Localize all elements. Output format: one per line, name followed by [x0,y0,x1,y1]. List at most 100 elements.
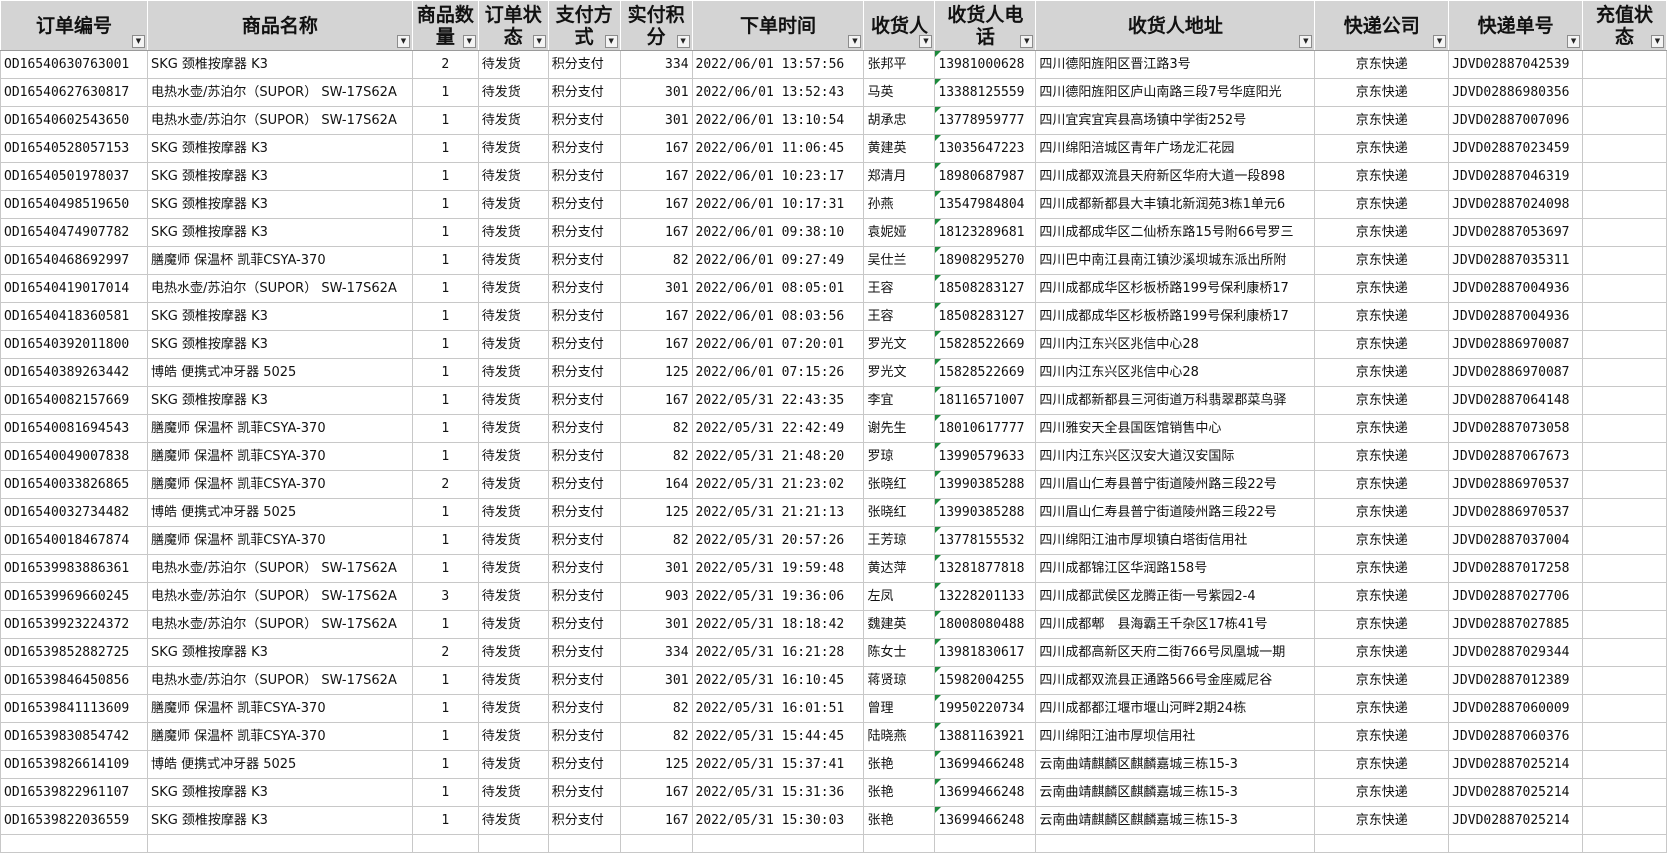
cell-courier[interactable]: 京东快递 [1314,470,1450,499]
cell-product[interactable]: SKG 颈椎按摩器 K3 [146,638,413,667]
cell-address[interactable]: 四川雅安天全县国医馆销售中心 [1035,414,1316,443]
cell-time[interactable]: 2022/05/31 22:42:49 [691,414,865,443]
cell-address[interactable]: 四川绵阳江油市厚坝信用社 [1035,722,1316,751]
cell-tracking[interactable]: JDVD02887012389 [1448,666,1584,695]
empty-cell[interactable] [691,834,865,853]
cell-points[interactable]: 167 [619,190,693,219]
cell-phone[interactable]: 15982004255 [934,666,1037,695]
cell-recharge[interactable] [1582,806,1667,835]
cell-tracking[interactable]: JDVD02887064148 [1448,386,1584,415]
cell-receiver[interactable]: 罗光文 [863,330,936,359]
cell-payment[interactable]: 积分支付 [547,162,621,191]
cell-time[interactable]: 2022/05/31 21:21:13 [691,498,865,527]
cell-phone[interactable]: 13228201133 [934,582,1037,611]
cell-tracking[interactable]: JDVD02887037004 [1448,526,1584,555]
cell-order_id[interactable]: OD16540081694543 [0,414,148,443]
cell-status[interactable]: 待发货 [477,526,549,555]
cell-qty[interactable]: 1 [411,274,479,303]
cell-courier[interactable]: 京东快递 [1314,694,1450,723]
cell-payment[interactable]: 积分支付 [547,246,621,275]
cell-order_id[interactable]: OD16539852882725 [0,638,148,667]
cell-points[interactable]: 301 [619,666,693,695]
cell-courier[interactable]: 京东快递 [1314,106,1450,135]
filter-dropdown-icon[interactable]: ▼ [1020,35,1034,48]
cell-receiver[interactable]: 王容 [863,274,936,303]
cell-courier[interactable]: 京东快递 [1314,246,1450,275]
cell-recharge[interactable] [1582,666,1667,695]
cell-courier[interactable]: 京东快递 [1314,722,1450,751]
cell-address[interactable]: 四川成都高新区天府二街766号凤凰城一期 [1035,638,1316,667]
cell-status[interactable]: 待发货 [477,330,549,359]
cell-address[interactable]: 四川绵阳江油市厚坝镇白塔街信用社 [1035,526,1316,555]
cell-receiver[interactable]: 黄达萍 [863,554,936,583]
cell-address[interactable]: 四川绵阳涪城区青年广场龙汇花园 [1035,134,1316,163]
filter-dropdown-icon[interactable]: ▼ [1299,35,1313,48]
filter-dropdown-icon[interactable]: ▼ [848,35,862,48]
cell-courier[interactable]: 京东快递 [1314,414,1450,443]
cell-phone[interactable]: 18908295270 [934,246,1037,275]
empty-cell[interactable] [1582,834,1667,853]
cell-receiver[interactable]: 陈女士 [863,638,936,667]
cell-recharge[interactable] [1582,274,1667,303]
cell-courier[interactable]: 京东快递 [1314,386,1450,415]
cell-recharge[interactable] [1582,778,1667,807]
cell-address[interactable]: 四川眉山仁寿县普宁街道陵州路三段22号 [1035,498,1316,527]
cell-address[interactable]: 四川内江东兴区兆信中心28 [1035,330,1316,359]
cell-courier[interactable]: 京东快递 [1314,806,1450,835]
cell-address[interactable]: 四川成都双流县天府新区华府大道一段898 [1035,162,1316,191]
cell-status[interactable]: 待发货 [477,386,549,415]
cell-time[interactable]: 2022/06/01 08:03:56 [691,302,865,331]
cell-order_id[interactable]: OD16540630763001 [0,50,148,79]
cell-receiver[interactable]: 谢先生 [863,414,936,443]
cell-tracking[interactable]: JDVD02887060009 [1448,694,1584,723]
cell-time[interactable]: 2022/06/01 09:27:49 [691,246,865,275]
cell-receiver[interactable]: 罗琼 [863,442,936,471]
cell-time[interactable]: 2022/05/31 15:31:36 [691,778,865,807]
cell-status[interactable]: 待发货 [477,470,549,499]
cell-qty[interactable]: 2 [411,50,479,79]
cell-product[interactable]: 电热水壶/苏泊尔（SUPOR） SW-17S62A [146,78,413,107]
cell-recharge[interactable] [1582,442,1667,471]
column-header-address[interactable]: 收货人地址 ▼ [1035,0,1316,51]
cell-recharge[interactable] [1582,722,1667,751]
cell-courier[interactable]: 京东快递 [1314,666,1450,695]
cell-recharge[interactable] [1582,330,1667,359]
cell-product[interactable]: 膳魔师 保温杯 凯菲CSYA-370 [146,442,413,471]
cell-points[interactable]: 82 [619,722,693,751]
cell-status[interactable]: 待发货 [477,610,549,639]
filter-dropdown-icon[interactable]: ▼ [131,35,145,48]
cell-status[interactable]: 待发货 [477,106,549,135]
cell-phone[interactable]: 13981830617 [934,638,1037,667]
empty-cell[interactable] [477,834,549,853]
cell-address[interactable]: 四川眉山仁寿县普宁街道陵州路三段22号 [1035,470,1316,499]
cell-qty[interactable]: 1 [411,806,479,835]
cell-payment[interactable]: 积分支付 [547,330,621,359]
cell-product[interactable]: 电热水壶/苏泊尔（SUPOR） SW-17S62A [146,106,413,135]
cell-recharge[interactable] [1582,582,1667,611]
cell-address[interactable]: 云南曲靖麒麟区麒麟嘉城三栋15-3 [1035,806,1316,835]
cell-time[interactable]: 2022/05/31 21:48:20 [691,442,865,471]
cell-address[interactable]: 云南曲靖麒麟区麒麟嘉城三栋15-3 [1035,778,1316,807]
cell-qty[interactable]: 1 [411,666,479,695]
cell-product[interactable]: 膳魔师 保温杯 凯菲CSYA-370 [146,246,413,275]
cell-receiver[interactable]: 张邦平 [863,50,936,79]
cell-tracking[interactable]: JDVD02887073058 [1448,414,1584,443]
cell-recharge[interactable] [1582,414,1667,443]
cell-product[interactable]: SKG 颈椎按摩器 K3 [146,190,413,219]
cell-order_id[interactable]: OD16539822036559 [0,806,148,835]
cell-phone[interactable]: 13778959777 [934,106,1037,135]
cell-receiver[interactable]: 马英 [863,78,936,107]
cell-payment[interactable]: 积分支付 [547,414,621,443]
cell-address[interactable]: 四川内江东兴区汉安大道汉安国际 [1035,442,1316,471]
cell-time[interactable]: 2022/06/01 07:15:26 [691,358,865,387]
cell-payment[interactable]: 积分支付 [547,722,621,751]
cell-tracking[interactable]: JDVD02886970087 [1448,330,1584,359]
cell-order_id[interactable]: OD16539826614109 [0,750,148,779]
cell-time[interactable]: 2022/05/31 15:44:45 [691,722,865,751]
cell-recharge[interactable] [1582,554,1667,583]
cell-payment[interactable]: 积分支付 [547,750,621,779]
cell-phone[interactable]: 15828522669 [934,358,1037,387]
cell-time[interactable]: 2022/05/31 19:36:06 [691,582,865,611]
cell-recharge[interactable] [1582,694,1667,723]
cell-qty[interactable]: 1 [411,526,479,555]
